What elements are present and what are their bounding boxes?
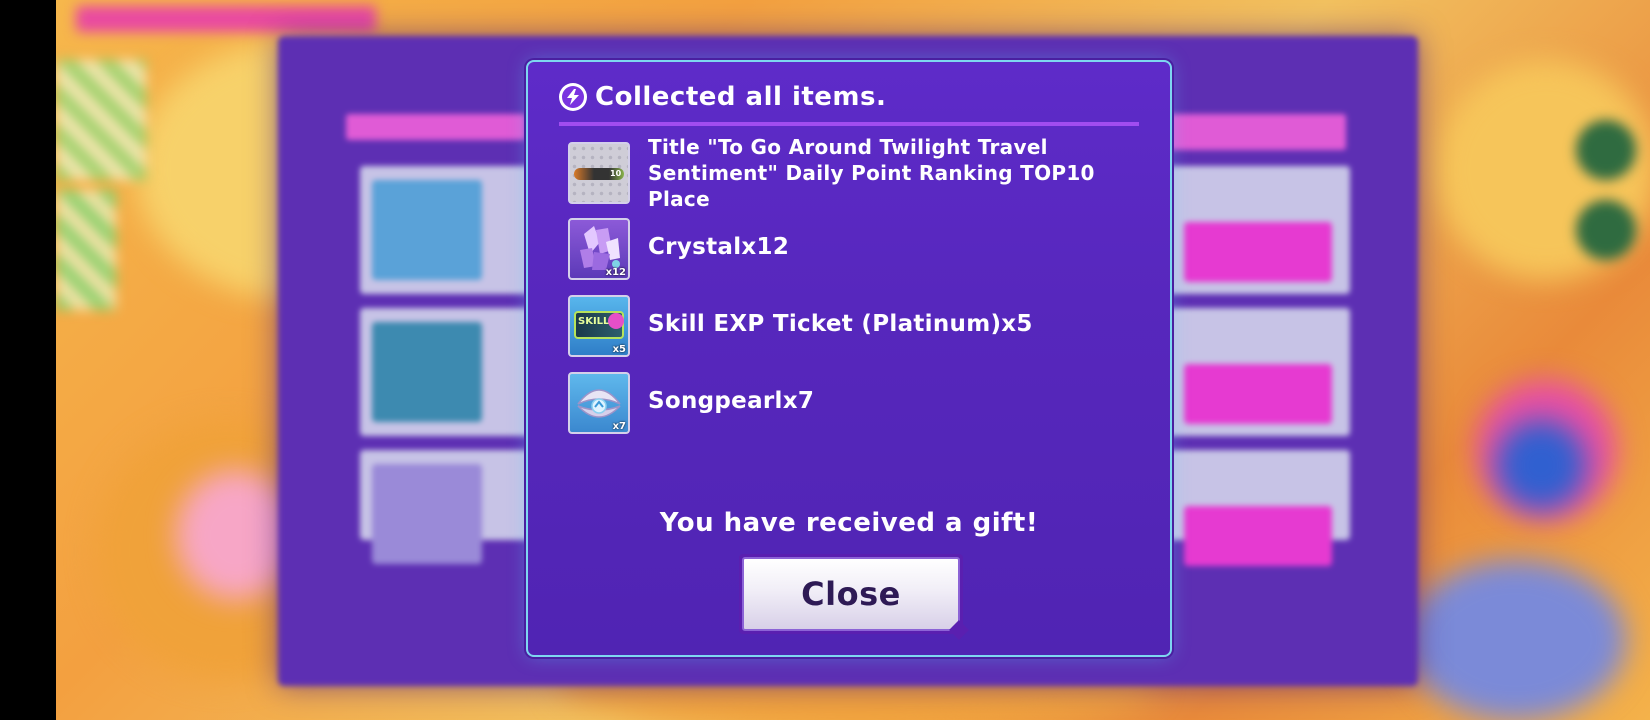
lightning-bolt-icon bbox=[559, 83, 587, 111]
songpearl-shell-icon: x7 bbox=[568, 372, 630, 434]
gift-collected-dialog: Collected all items. 10 Title "To Go Aro… bbox=[526, 60, 1172, 657]
skill-ticket-icon: SKILL x5 bbox=[568, 295, 630, 357]
reward-item-skill-ticket: SKILL x5 Skill EXP Ticket (Platinum)x5 bbox=[568, 295, 1128, 359]
reward-item-label: Skill EXP Ticket (Platinum)x5 bbox=[648, 311, 1033, 337]
quantity-badge: x12 bbox=[605, 267, 626, 278]
gift-received-message: You have received a gift! bbox=[659, 508, 1039, 538]
close-button-label: Close bbox=[801, 575, 901, 613]
dialog-header: Collected all items. bbox=[559, 78, 1139, 126]
reward-item-songpearl: x7 Songpearlx7 bbox=[568, 372, 1128, 436]
reward-item-label: Songpearlx7 bbox=[648, 388, 815, 414]
close-button[interactable]: Close bbox=[739, 554, 963, 634]
reward-item-label: Title "To Go Around Twilight Travel Sent… bbox=[648, 135, 1095, 211]
rank-badge: 10 bbox=[610, 169, 622, 178]
reward-item-crystal: x12 Crystalx12 bbox=[568, 218, 1128, 282]
quantity-badge: x5 bbox=[612, 344, 626, 355]
ticket-text: SKILL bbox=[578, 316, 610, 327]
title-plate-icon: 10 bbox=[568, 142, 630, 204]
dialog-title: Collected all items. bbox=[595, 82, 887, 112]
reward-item-title: 10 Title "To Go Around Twilight Travel S… bbox=[568, 135, 1128, 211]
quantity-badge: x7 bbox=[612, 421, 626, 432]
reward-item-label: Crystalx12 bbox=[648, 234, 790, 260]
crystal-icon: x12 bbox=[568, 218, 630, 280]
